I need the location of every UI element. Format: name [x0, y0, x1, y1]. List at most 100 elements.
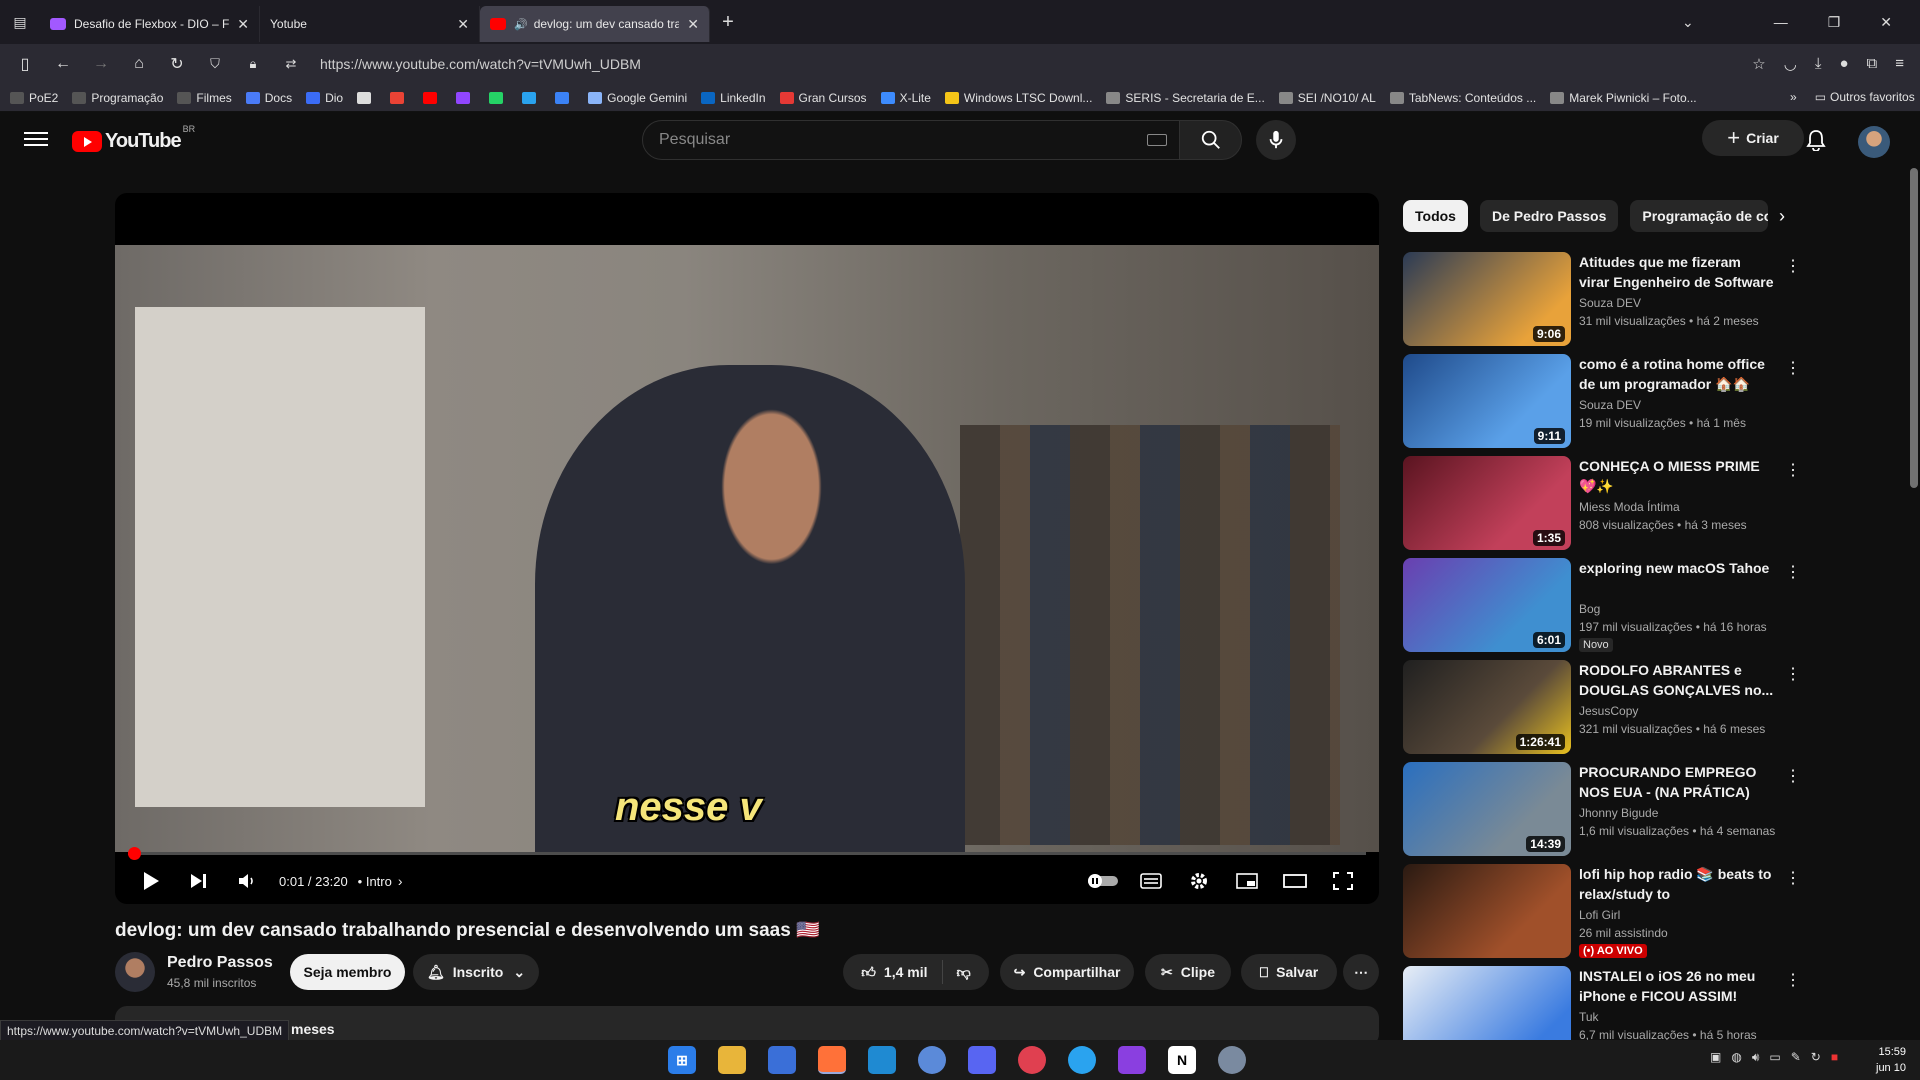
subtitles-button[interactable] — [1127, 861, 1175, 901]
bookmark-item[interactable] — [555, 91, 574, 104]
dislike-button[interactable]: 👎︎ — [943, 964, 985, 981]
share-button[interactable]: ↪ Compartilhar — [1000, 954, 1134, 990]
settings-button[interactable] — [1175, 861, 1223, 901]
bookmark-star-icon[interactable]: ☆ — [1752, 55, 1765, 73]
chips-next-icon[interactable]: › — [1768, 200, 1796, 232]
restore-icon[interactable]: ❐ — [1828, 14, 1841, 31]
voice-search-button[interactable] — [1256, 120, 1296, 160]
notion-icon[interactable]: N — [1168, 1046, 1196, 1074]
search-box[interactable] — [642, 120, 1180, 160]
like-button[interactable]: 👍︎ 1,4 mil — [847, 960, 943, 984]
pen-icon[interactable]: ✎ — [1791, 1050, 1801, 1065]
chip-programming[interactable]: Programação de com — [1630, 200, 1769, 232]
heart-app-icon[interactable] — [1118, 1046, 1146, 1074]
more-vertical-icon[interactable]: ⋮ — [1783, 866, 1803, 890]
discord-icon[interactable] — [968, 1046, 996, 1074]
bookmark-overflow-icon[interactable]: » — [1790, 90, 1797, 104]
video-thumbnail[interactable]: 6:01 — [1403, 558, 1571, 652]
sidebar-toggle-icon[interactable]: ▯ — [10, 49, 40, 79]
video-thumbnail[interactable]: 9:11 — [1403, 354, 1571, 448]
tab-overflow-chevron-icon[interactable]: ⌄ — [1682, 14, 1694, 31]
recommendation-item[interactable]: 9:06 Atitudes que me fizeram virar Engenh… — [1403, 252, 1803, 346]
bookmark-item[interactable]: Programação — [72, 91, 163, 105]
play-button[interactable] — [127, 861, 175, 901]
qbittorrent-icon[interactable] — [918, 1046, 946, 1074]
theater-mode-button[interactable] — [1271, 861, 1319, 901]
bookmark-item[interactable]: SERIS - Secretaria de E... — [1106, 91, 1265, 105]
miniplayer-button[interactable] — [1223, 861, 1271, 901]
video-thumbnail[interactable]: 1:26:41 — [1403, 660, 1571, 754]
reload-icon[interactable]: ↻ — [162, 49, 192, 79]
sync-icon[interactable]: ↻ — [1811, 1050, 1821, 1065]
tab-yotube[interactable]: Yotube ✕ — [260, 6, 480, 42]
more-vertical-icon[interactable]: ⋮ — [1783, 560, 1803, 584]
bookmark-item[interactable]: TabNews: Conteúdos ... — [1389, 91, 1536, 105]
progress-bar[interactable] — [128, 847, 1366, 860]
permissions-icon[interactable]: ⇄ — [276, 49, 306, 79]
bookmark-item[interactable]: Filmes — [177, 91, 232, 105]
rec-channel[interactable]: Jhonny Bigude — [1579, 806, 1658, 820]
back-icon[interactable]: ← — [48, 49, 78, 79]
chapter-chevron-icon[interactable]: › — [398, 873, 403, 889]
recommendation-item[interactable]: 6:01 exploring new macOS Tahoe Bog 197 mil … — [1403, 558, 1803, 652]
bookmark-item[interactable]: Windows LTSC Downl... — [944, 91, 1092, 105]
app-tray-icon[interactable]: ■ — [1831, 1050, 1838, 1065]
app-icon[interactable] — [1018, 1046, 1046, 1074]
menu-icon[interactable]: ≡ — [1895, 55, 1904, 73]
mute-button[interactable] — [223, 861, 271, 901]
video-thumbnail[interactable]: 9:06 — [1403, 252, 1571, 346]
bookmark-item[interactable]: Gran Cursos — [779, 91, 867, 105]
more-vertical-icon[interactable]: ⋮ — [1783, 458, 1803, 482]
more-vertical-icon[interactable]: ⋮ — [1783, 254, 1803, 278]
fullscreen-button[interactable] — [1319, 861, 1367, 901]
pocket-icon[interactable]: ◡ — [1784, 55, 1797, 73]
subscribed-button[interactable]: 🔔︎ Inscrito ⌄ — [413, 954, 539, 990]
recommendation-item[interactable]: 9:11 como é a rotina home office de um pr… — [1403, 354, 1803, 448]
video-thumbnail[interactable] — [1403, 864, 1571, 958]
search-input[interactable] — [659, 131, 1147, 149]
store-icon[interactable] — [768, 1046, 796, 1074]
rec-channel[interactable]: Bog — [1579, 602, 1600, 616]
bookmark-item[interactable] — [456, 91, 475, 104]
more-vertical-icon[interactable]: ⋮ — [1783, 968, 1803, 992]
bookmark-item[interactable]: Dio — [306, 91, 343, 105]
more-vertical-icon[interactable]: ⋮ — [1783, 662, 1803, 686]
bookmark-item[interactable]: Marek Piwnicki – Foto... — [1550, 91, 1697, 105]
rec-channel[interactable]: JesusCopy — [1579, 704, 1638, 718]
search-button[interactable] — [1179, 120, 1242, 160]
video-thumbnail[interactable]: 1:35 — [1403, 456, 1571, 550]
next-button[interactable] — [175, 861, 223, 901]
chip-todos[interactable]: Todos — [1403, 200, 1468, 232]
extensions-icon[interactable]: ⧉ — [1867, 55, 1878, 73]
network-icon[interactable]: ◍ — [1731, 1050, 1741, 1065]
window-close-icon[interactable]: ✕ — [1880, 14, 1892, 31]
rec-channel[interactable]: Lofi Girl — [1579, 908, 1620, 922]
bookmark-item[interactable] — [489, 91, 508, 104]
system-clock[interactable]: 15:59 jun 10 — [1876, 1044, 1906, 1076]
tab-list-icon[interactable]: ▤ — [0, 4, 40, 40]
rec-channel[interactable]: Souza DEV — [1579, 398, 1641, 412]
other-bookmarks[interactable]: » ▭ Outros favoritos — [1790, 90, 1915, 104]
page-scrollbar[interactable] — [1910, 168, 1918, 488]
bookmark-item[interactable] — [522, 91, 541, 104]
bookmark-item[interactable] — [423, 91, 442, 104]
chapter-label[interactable]: • Intro — [358, 874, 392, 889]
recommendation-item[interactable]: 1:26:41 RODOLFO ABRANTES e DOUGLAS GONÇAL… — [1403, 660, 1803, 754]
close-tab-icon[interactable]: ✕ — [687, 16, 699, 33]
shield-icon[interactable]: ⛉ — [200, 49, 230, 79]
more-vertical-icon[interactable]: ⋮ — [1783, 764, 1803, 788]
bookmark-item[interactable] — [357, 91, 376, 104]
tab-figma[interactable]: Desafio de Flexbox - DIO – Figm ✕ — [40, 6, 260, 42]
display-icon[interactable]: ▭ — [1769, 1050, 1780, 1065]
recommendation-item[interactable]: 14:39 PROCURANDO EMPREGO NOS EUA - (NA PR… — [1403, 762, 1803, 856]
rec-channel[interactable]: Souza DEV — [1579, 296, 1641, 310]
recommendation-item[interactable]: 1:35 CONHEÇA O MIESS PRIME 💖✨ Miess Moda Í… — [1403, 456, 1803, 550]
chip-channel[interactable]: De Pedro Passos — [1479, 200, 1619, 232]
url-bar[interactable]: https://www.youtube.com/watch?v=tVMUwh_U… — [314, 48, 1752, 80]
url-text[interactable]: https://www.youtube.com/watch?v=tVMUwh_U… — [320, 56, 641, 72]
save-button[interactable]: ⎕ Salvar — [1241, 954, 1337, 990]
download-icon[interactable]: ⤓ — [1815, 55, 1822, 73]
settings-app-icon[interactable] — [1218, 1046, 1246, 1074]
home-icon[interactable]: ⌂ — [124, 49, 154, 79]
bookmark-item[interactable]: LinkedIn — [701, 91, 766, 105]
